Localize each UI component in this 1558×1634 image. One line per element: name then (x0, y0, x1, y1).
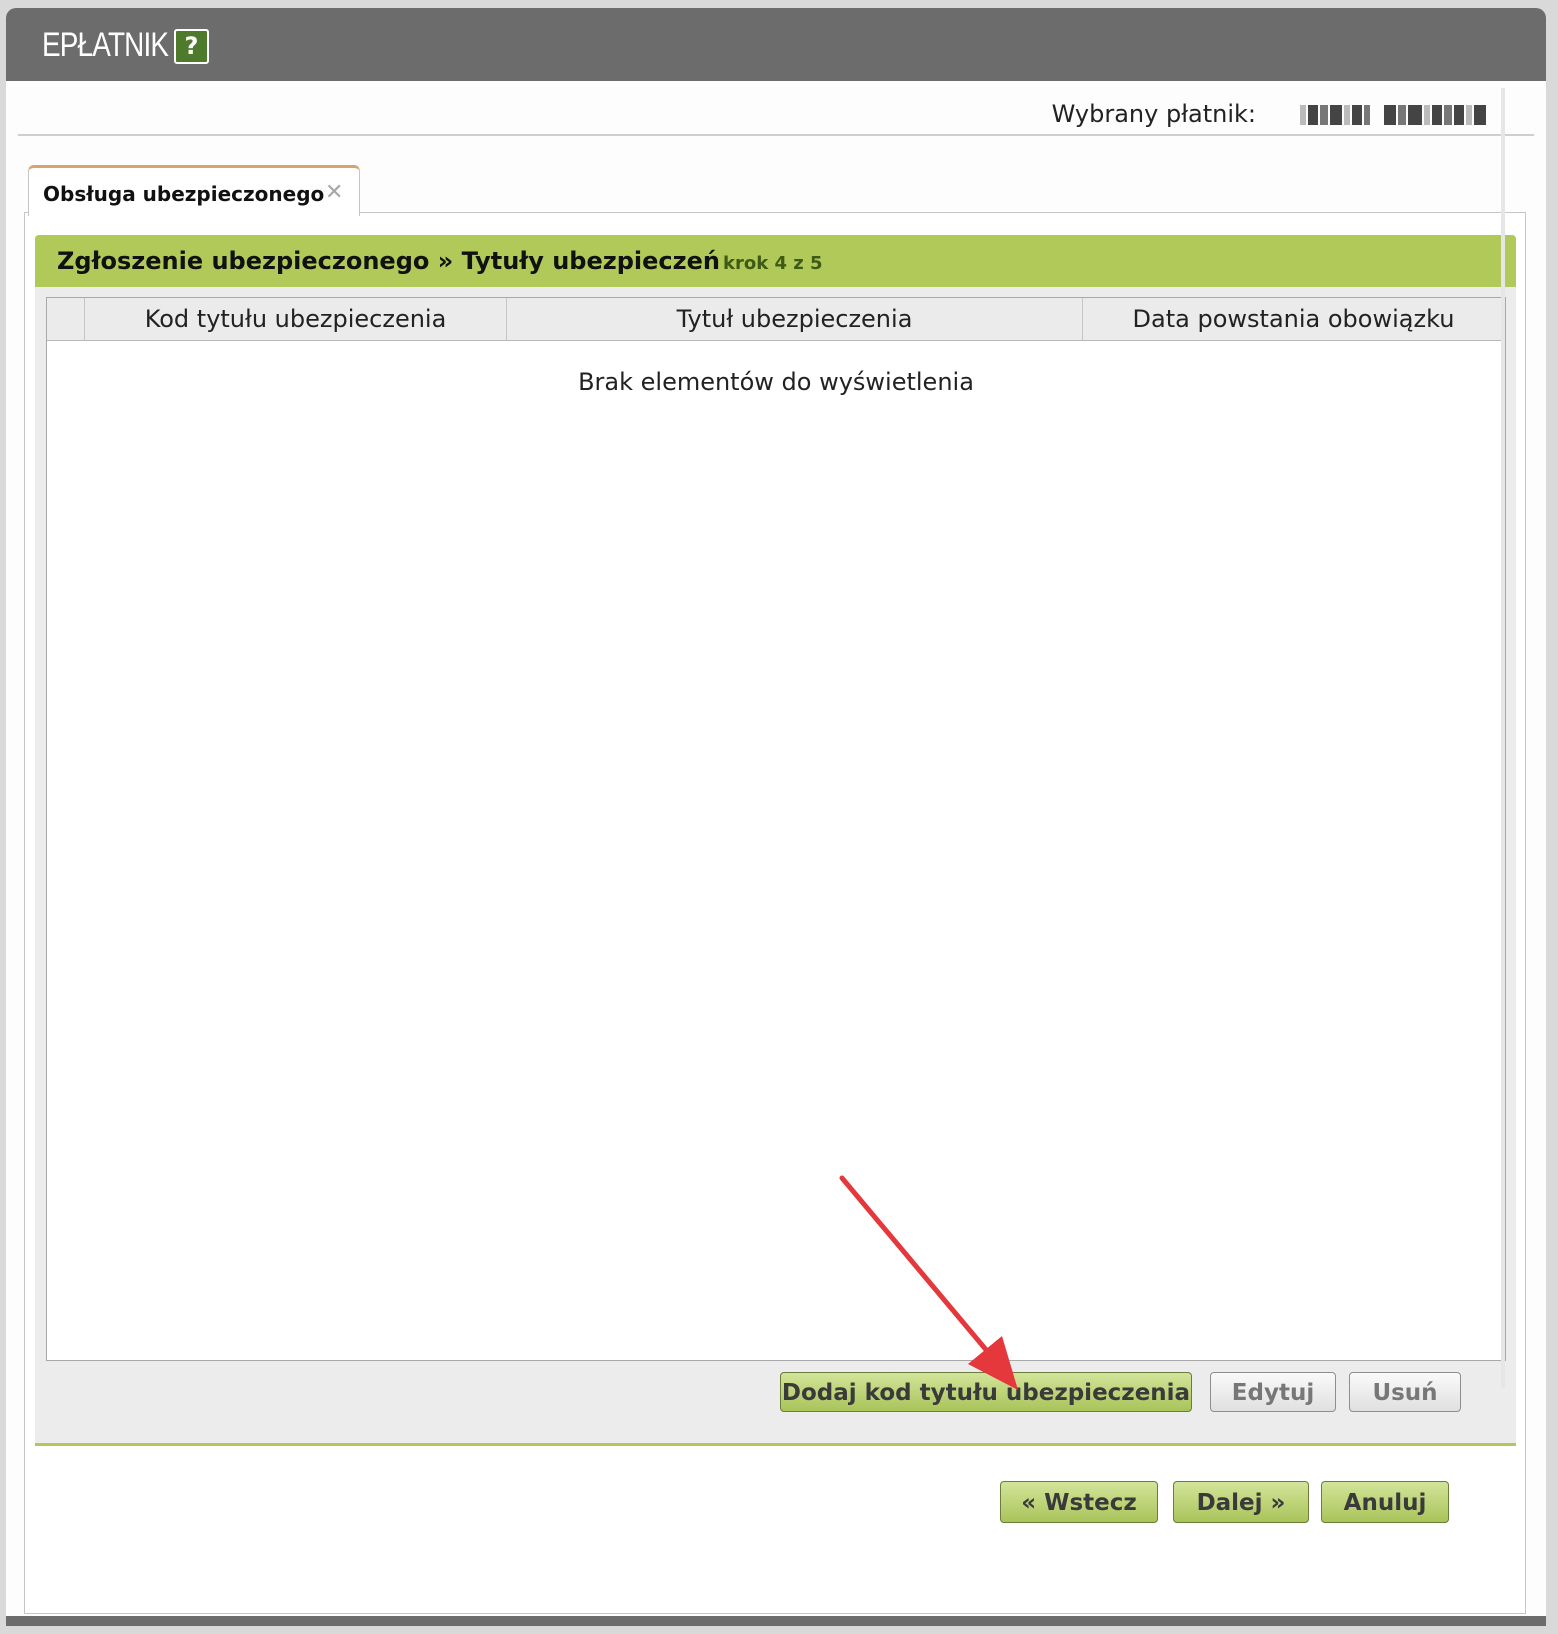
column-header-date[interactable]: Data powstania obowiązku (1083, 298, 1505, 340)
table-header: Kod tytułu ubezpieczenia Tytuł ubezpiecz… (47, 298, 1505, 341)
title-bar: EPŁATNIK ? (6, 8, 1546, 81)
header-divider (18, 134, 1534, 136)
insurance-titles-table: Kod tytułu ubezpieczenia Tytuł ubezpiecz… (46, 297, 1506, 1361)
selected-payer: Wybrany płatnik: (6, 88, 1546, 134)
column-header-title[interactable]: Tytuł ubezpieczenia (507, 298, 1083, 340)
column-header-code[interactable]: Kod tytułu ubezpieczenia (85, 298, 507, 340)
app-window: EPŁATNIK ? Wybrany płatnik: Obsługa ubez… (6, 8, 1546, 1626)
app-title: EPŁATNIK (42, 26, 169, 64)
edit-button[interactable]: Edytuj (1210, 1372, 1336, 1412)
next-button[interactable]: Dalej » (1173, 1481, 1309, 1523)
tab-panel: Zgłoszenie ubezpieczonego » Tytuły ubezp… (24, 212, 1526, 1614)
window-edge (1501, 88, 1505, 1388)
delete-button[interactable]: Usuń (1349, 1372, 1461, 1412)
wizard-step-indicator: krok 4 z 5 (723, 253, 823, 274)
payer-name-redacted (1300, 104, 1516, 126)
close-icon[interactable]: ✕ (325, 180, 343, 205)
cancel-button[interactable]: Anuluj (1321, 1481, 1449, 1523)
back-button[interactable]: « Wstecz (1000, 1481, 1158, 1523)
question-mark-icon[interactable]: ? (174, 29, 209, 64)
payer-label: Wybrany płatnik: (1051, 100, 1256, 128)
tab-label: Obsługa ubezpieczonego (43, 182, 325, 206)
bottom-bar (6, 1616, 1546, 1626)
wizard-title: Zgłoszenie ubezpieczonego » Tytuły ubezp… (57, 247, 720, 275)
column-header-select[interactable] (47, 298, 85, 340)
empty-table-message: Brak elementów do wyświetlenia (578, 368, 974, 396)
add-insurance-code-button[interactable]: Dodaj kod tytułu ubezpieczenia (780, 1372, 1192, 1412)
grid-container: Kod tytułu ubezpieczenia Tytuł ubezpiecz… (35, 287, 1516, 1446)
tab-obsluga-ubezpieczonego[interactable]: Obsługa ubezpieczonego ✕ (28, 165, 360, 216)
wizard-header: Zgłoszenie ubezpieczonego » Tytuły ubezp… (35, 235, 1516, 287)
